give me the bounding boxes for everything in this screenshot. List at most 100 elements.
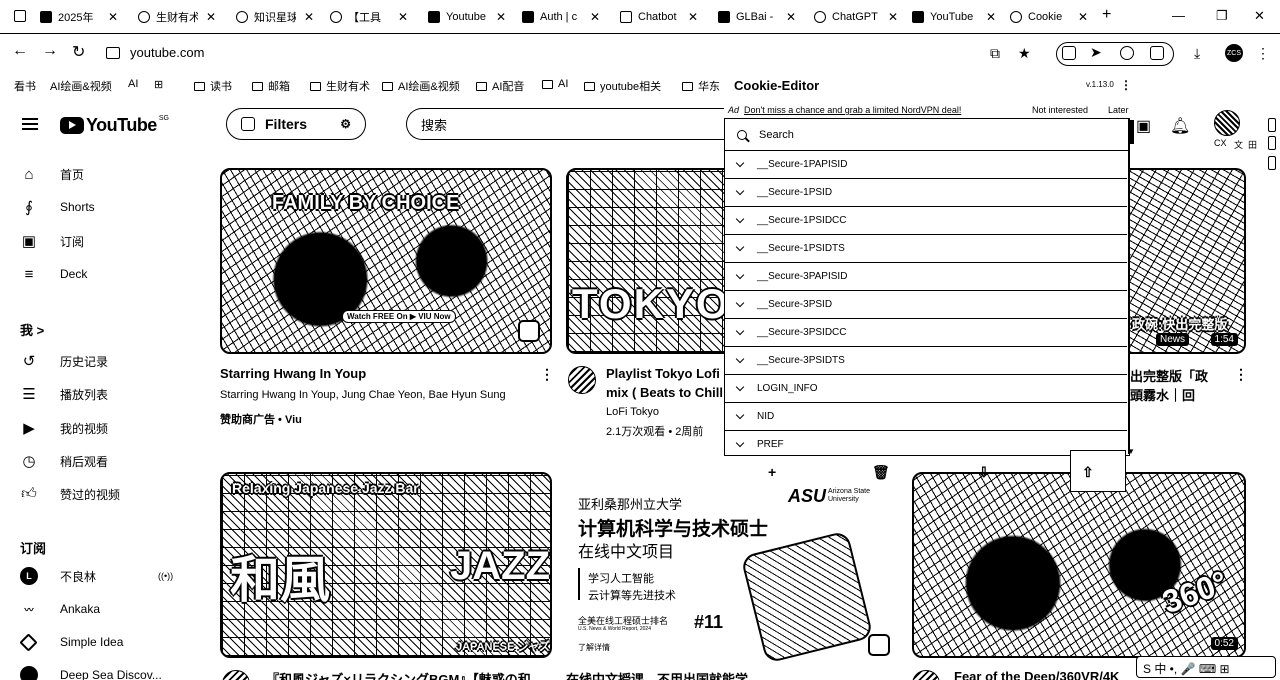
cookie-row[interactable]: __Secure-3PSID: [725, 291, 1127, 319]
sidebar-item-playlists[interactable]: ☰ 播放列表: [20, 383, 200, 405]
cookie-row[interactable]: __Secure-3PAPISID: [725, 263, 1127, 291]
ext-translate-icon[interactable]: 文: [1234, 138, 1243, 151]
cookie-row[interactable]: __Secure-1PAPISID: [725, 151, 1127, 179]
video-title[interactable]: 『和風ジャズ×リラクシングBGM』【魅惑の和: [266, 669, 536, 680]
browser-tab[interactable]: ChatGPT ✕: [814, 6, 898, 28]
menu-dots-icon[interactable]: ⋮: [1256, 45, 1270, 62]
side-panel-icon[interactable]: [1268, 118, 1276, 132]
sidebar-item-watch-later[interactable]: ◷ 稍后观看: [20, 450, 200, 472]
extension-openai-icon[interactable]: [1120, 46, 1134, 60]
notifications-bell-icon[interactable]: 🔔︎: [1170, 116, 1190, 136]
ad-link[interactable]: Don't miss a chance and grab a limited N…: [744, 105, 961, 115]
side-panel-icon[interactable]: [1268, 156, 1276, 170]
open-external-icon[interactable]: [868, 634, 890, 656]
video-title-line2[interactable]: mix ( Beats to Chill: [606, 385, 726, 400]
close-icon[interactable]: ✕: [1078, 10, 1088, 24]
channel-avatar[interactable]: [222, 670, 250, 680]
browser-tab-active[interactable]: Cookie ✕: [1010, 6, 1089, 28]
ext-cx-icon[interactable]: CX: [1214, 138, 1227, 148]
browser-tab[interactable]: 生财有术 ✕: [138, 6, 216, 28]
site-info-icon[interactable]: [106, 47, 120, 59]
sidebar-item-deck[interactable]: ≡ Deck: [20, 263, 200, 285]
filters-button[interactable]: Filters ⚙: [226, 108, 366, 140]
video-thumbnail[interactable]: TOKYO: [566, 168, 736, 354]
sidebar-channel[interactable]: L 不良林 ((•)): [20, 565, 200, 587]
close-icon[interactable]: ✕: [496, 10, 506, 24]
bookmark-star-icon[interactable]: ★: [1018, 45, 1031, 62]
close-icon[interactable]: ✕: [108, 10, 118, 24]
close-icon[interactable]: ✕: [398, 10, 408, 24]
import-button[interactable]: ⇩: [978, 464, 990, 481]
extensions-puzzle-icon[interactable]: [1150, 46, 1164, 60]
create-icon[interactable]: ▣: [1136, 116, 1151, 136]
more-actions-icon[interactable]: ⋮: [540, 366, 554, 383]
cookie-row[interactable]: __Secure-3PSIDTS: [725, 347, 1127, 375]
not-interested-button[interactable]: Not interested: [1032, 105, 1088, 115]
open-external-icon[interactable]: [518, 320, 540, 342]
cookie-search-input[interactable]: Search: [725, 119, 1129, 151]
close-icon[interactable]: ✕: [688, 10, 698, 24]
close-icon[interactable]: ✕: [590, 10, 600, 24]
ad-learn-more[interactable]: 了解详情: [578, 642, 610, 653]
channel-avatar[interactable]: [912, 670, 940, 680]
ext-grid-icon[interactable]: 田: [1248, 138, 1257, 151]
guide-menu-button[interactable]: [22, 118, 38, 130]
bookmark-folder[interactable]: 华东: [682, 78, 720, 94]
bookmark-folder[interactable]: AI绘画&视频: [382, 78, 460, 94]
sidebar-channel[interactable]: 〰 Ankaka: [20, 598, 200, 620]
browser-tab[interactable]: 2025年 ✕: [40, 6, 118, 28]
cookie-editor-menu-icon[interactable]: ⋮: [1120, 78, 1132, 92]
browser-tab[interactable]: Chatbot ✕: [620, 6, 698, 28]
cookie-row[interactable]: __Secure-1PSIDTS: [725, 235, 1127, 263]
search-input[interactable]: 搜索: [406, 108, 736, 140]
close-icon[interactable]: ✕: [206, 10, 216, 24]
export-button[interactable]: ⇧: [1082, 464, 1094, 481]
later-button[interactable]: Later: [1108, 105, 1129, 115]
add-cookie-button[interactable]: +: [768, 464, 776, 480]
install-app-icon[interactable]: ⧉: [990, 45, 1000, 62]
browser-tab[interactable]: YouTube ✕: [912, 6, 996, 28]
video-thumbnail[interactable]: Relaxing Japanese Jazz Bar 和風 JAZZ JAPAN…: [220, 472, 552, 658]
sidebar-channel[interactable]: Deep Sea Discov...: [20, 664, 200, 680]
more-actions-icon[interactable]: ⋮: [1234, 366, 1248, 383]
sidebar-you-heading[interactable]: 我 >: [20, 320, 44, 339]
back-button[interactable]: ←: [12, 42, 28, 60]
channel-name[interactable]: LoFi Tokyo: [606, 406, 659, 418]
new-tab-button[interactable]: +: [1102, 6, 1111, 24]
browser-tab[interactable]: Auth | c ✕: [522, 6, 600, 28]
minimize-button[interactable]: —: [1172, 8, 1185, 23]
bookmark-folder[interactable]: youtube相关: [584, 78, 661, 94]
video-title[interactable]: Playlist Tokyo Lofi: [606, 366, 726, 381]
ime-toolbar[interactable]: S 中 •, 🎤 ⌨ ⊞: [1136, 656, 1276, 678]
close-icon[interactable]: ✕: [304, 10, 314, 24]
close-icon[interactable]: ✕: [888, 10, 898, 24]
browser-tab[interactable]: 知识星球 ✕: [236, 6, 314, 28]
bookmark-item[interactable]: AI绘画&视频: [50, 78, 112, 94]
sidebar-item-shorts[interactable]: ∮ Shorts: [20, 196, 200, 218]
bookmark-folder[interactable]: 读书: [194, 78, 232, 94]
account-avatar[interactable]: [1214, 110, 1240, 136]
bookmark-folder[interactable]: AI配音: [476, 78, 524, 94]
bookmark-item[interactable]: 看书: [14, 78, 36, 94]
side-panel-icon[interactable]: [1268, 136, 1276, 150]
video-thumbnail[interactable]: 政碗:快出完整版 News 1:54: [1130, 168, 1246, 354]
video-thumbnail[interactable]: FAMILY BY CHOICE Watch FREE On ▶ VIU Now: [220, 168, 552, 354]
video-thumbnail[interactable]: 360° 0:52: [912, 472, 1246, 658]
cookie-row[interactable]: PREF: [725, 431, 1127, 455]
download-icon[interactable]: ⤓: [1194, 45, 1200, 62]
bookmark-item[interactable]: AI: [128, 78, 138, 90]
cookie-row[interactable]: __Secure-1PSID: [725, 179, 1127, 207]
video-title[interactable]: 出完整版「政: [1130, 366, 1222, 385]
bookmark-folder[interactable]: AI: [542, 78, 568, 90]
forward-button[interactable]: →: [42, 42, 58, 60]
tab-search-icon[interactable]: [14, 10, 26, 22]
browser-tab[interactable]: GLBai - ✕: [718, 6, 796, 28]
sidebar-channel[interactable]: Simple Idea: [19, 631, 200, 653]
video-title[interactable]: Fear of the Deep/360VR/4K: [954, 669, 1124, 680]
channel-avatar[interactable]: [568, 366, 596, 394]
sidebar-item-home[interactable]: ⌂ 首页: [20, 163, 200, 185]
reload-button[interactable]: ↻: [72, 42, 85, 62]
extension-icon[interactable]: [1062, 46, 1076, 60]
close-icon[interactable]: ✕: [986, 10, 996, 24]
restore-button[interactable]: ❐: [1216, 8, 1228, 24]
